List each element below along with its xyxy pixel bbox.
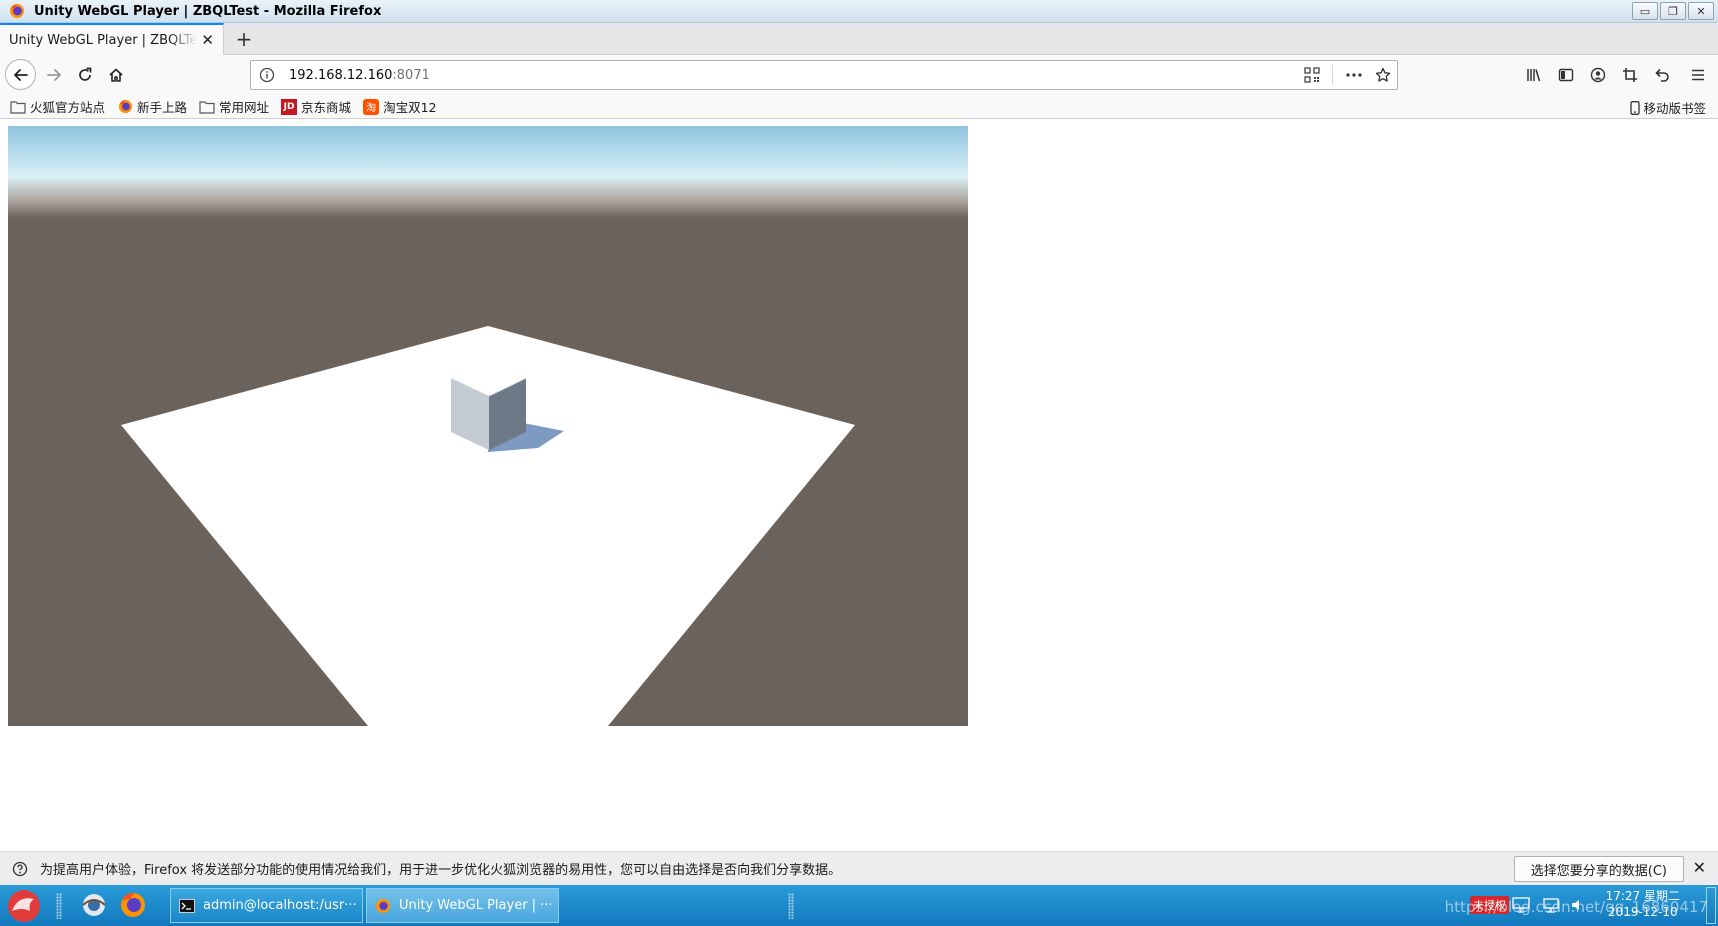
task-firefox[interactable]: Unity WebGL Player | ···	[366, 888, 559, 923]
undo-button[interactable]	[1646, 61, 1678, 89]
toolbar-right	[1518, 61, 1718, 89]
bookmarks-toolbar: 火狐官方站点 新手上路 常用网址 JD 京东商城 淘 淘宝双12 移动版书签	[0, 95, 1718, 119]
bookmark-label: 火狐官方站点	[30, 100, 106, 115]
qr-code-icon[interactable]	[1304, 67, 1320, 83]
folder-icon	[10, 99, 26, 115]
firefox-icon	[376, 898, 390, 913]
title-bar[interactable]: Unity WebGL Player | ZBQLTest - Mozilla …	[0, 0, 1718, 23]
browser-launcher-icon[interactable]	[79, 890, 109, 920]
taskbar-grip[interactable]	[788, 893, 794, 919]
undo-arrow-icon	[1655, 68, 1669, 82]
url-port[interactable]: :8071	[392, 68, 429, 83]
library-button[interactable]	[1518, 61, 1550, 89]
info-icon[interactable]	[259, 67, 275, 83]
library-icon	[1527, 69, 1541, 82]
task-terminal[interactable]: admin@localhost:/usr···	[170, 888, 363, 923]
back-button[interactable]	[5, 59, 36, 90]
navigation-toolbar: 192.168.12.160:8071	[0, 55, 1718, 95]
tab-unity-webgl[interactable]: Unity WebGL Player | ZBQLTest ✕	[0, 23, 224, 55]
minimize-button[interactable]: ▭	[1632, 2, 1658, 20]
taobao-icon: 淘	[363, 98, 380, 115]
url-bar[interactable]: 192.168.12.160:8071	[250, 60, 1398, 90]
bookmark-item[interactable]: 火狐官方站点	[10, 97, 105, 116]
account-icon	[1590, 67, 1606, 83]
firefox-icon[interactable]	[118, 890, 148, 920]
mobile-bookmarks[interactable]: 移动版书签	[1630, 98, 1706, 117]
arrow-right-icon	[47, 69, 61, 81]
mobile-bookmarks-label: 移动版书签	[1643, 101, 1706, 116]
home-button[interactable]	[102, 61, 130, 89]
bookmark-label: 新手上路	[137, 100, 188, 115]
url-host[interactable]: 192.168.12.160	[289, 68, 392, 83]
restore-button[interactable]: ❐	[1660, 2, 1686, 20]
bookmark-label: 淘宝双12	[383, 100, 437, 115]
question-icon	[12, 861, 28, 876]
bookmark-item[interactable]: JD 京东商城	[281, 97, 351, 116]
bookmark-label: 常用网址	[219, 100, 270, 115]
os-taskbar: admin@localhost:/usr··· Unity WebGL Play…	[0, 885, 1718, 926]
window-controls: ▭ ❐ ✕	[1632, 2, 1714, 20]
csdn-watermark: https://blog.csdn.net/qq_16860417	[1444, 898, 1708, 916]
arrow-left-icon	[13, 68, 28, 81]
forward-button[interactable]	[40, 61, 68, 89]
page-content	[0, 119, 1718, 851]
bookmark-item[interactable]: 淘 淘宝双12	[363, 97, 436, 116]
crop-icon	[1623, 68, 1637, 82]
firefox-icon	[117, 99, 133, 115]
sidebar-icon	[1558, 68, 1574, 82]
reload-icon	[79, 67, 92, 81]
firefox-window: Unity WebGL Player | ZBQLTest - Mozilla …	[0, 0, 1718, 926]
url-separator	[1332, 65, 1333, 85]
task-label: admin@localhost:/usr···	[203, 898, 357, 913]
sidebar-button[interactable]	[1550, 61, 1582, 89]
close-notification-icon[interactable]: ✕	[1693, 858, 1706, 877]
start-menu-icon[interactable]	[4, 887, 44, 924]
bookmark-item[interactable]: 常用网址	[199, 97, 269, 116]
share-data-button[interactable]: 选择您要分享的数据(C)	[1513, 856, 1684, 882]
bookmark-star-icon[interactable]	[1375, 67, 1391, 83]
notification-bar: 为提高用户体验，Firefox 将发送部分功能的使用情况给我们，用于进一步优化火…	[0, 851, 1718, 885]
account-button[interactable]	[1582, 61, 1614, 89]
terminal-icon	[179, 898, 195, 913]
bookmark-item[interactable]: 新手上路	[117, 97, 187, 116]
tab-strip: Unity WebGL Player | ZBQLTest ✕ +	[0, 23, 1718, 55]
tab-title: Unity WebGL Player | ZBQLTest	[9, 32, 197, 48]
bookmark-label: 京东商城	[301, 100, 352, 115]
taskbar-grip[interactable]	[56, 893, 62, 919]
page-actions-icon[interactable]	[1345, 67, 1363, 83]
home-icon	[109, 68, 123, 82]
hamburger-menu-icon	[1692, 69, 1704, 81]
reload-button[interactable]	[71, 61, 99, 89]
mobile-phone-icon	[1630, 100, 1641, 115]
menu-button[interactable]	[1678, 61, 1718, 89]
jd-icon: JD	[281, 98, 298, 115]
screenshot-button[interactable]	[1614, 61, 1646, 89]
unity-webgl-canvas[interactable]	[8, 126, 968, 726]
close-window-button[interactable]: ✕	[1688, 2, 1714, 20]
folder-icon	[199, 99, 215, 115]
url-actions	[1304, 65, 1391, 85]
new-tab-button[interactable]: +	[232, 27, 256, 51]
firefox-icon	[10, 4, 24, 18]
window-title: Unity WebGL Player | ZBQLTest - Mozilla …	[34, 3, 382, 19]
scene-sky	[8, 126, 968, 218]
task-label: Unity WebGL Player | ···	[399, 898, 553, 913]
notification-text: 为提高用户体验，Firefox 将发送部分功能的使用情况给我们，用于进一步优化火…	[40, 863, 842, 878]
close-tab-icon[interactable]: ✕	[201, 31, 214, 49]
